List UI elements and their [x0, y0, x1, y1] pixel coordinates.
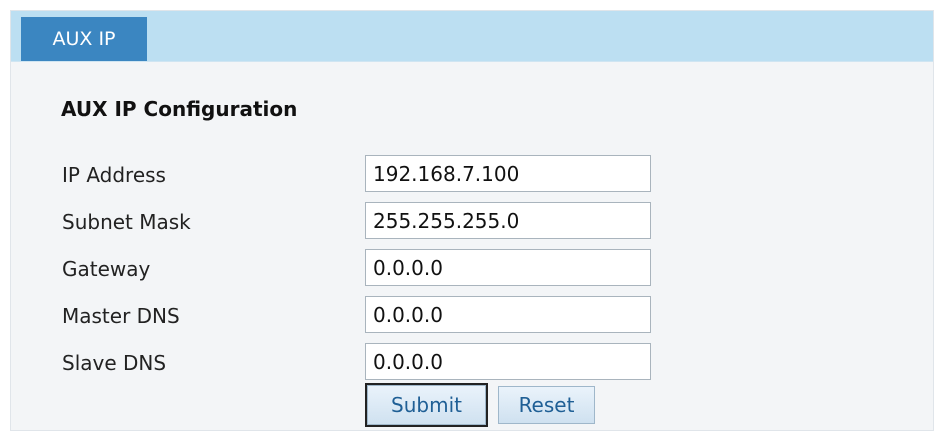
gateway-input[interactable] — [365, 249, 651, 286]
aux-ip-panel: AUX IP AUX IP Configuration IP Address S… — [10, 10, 934, 431]
subnet-mask-input[interactable] — [365, 202, 651, 239]
master-dns-label: Master DNS — [62, 304, 180, 328]
subnet-mask-row: Subnet Mask — [11, 202, 711, 242]
master-dns-row: Master DNS — [11, 296, 711, 336]
gateway-row: Gateway — [11, 249, 711, 289]
reset-button[interactable]: Reset — [498, 386, 595, 424]
slave-dns-row: Slave DNS — [11, 343, 711, 383]
tab-bar: AUX IP — [11, 11, 933, 62]
gateway-label: Gateway — [62, 257, 151, 281]
submit-button[interactable]: Submit — [365, 383, 488, 427]
section-title: AUX IP Configuration — [61, 97, 298, 121]
slave-dns-label: Slave DNS — [62, 351, 167, 375]
subnet-mask-label: Subnet Mask — [62, 210, 191, 234]
slave-dns-input[interactable] — [365, 343, 651, 380]
ip-address-row: IP Address — [11, 155, 711, 195]
master-dns-input[interactable] — [365, 296, 651, 333]
ip-address-input[interactable] — [365, 155, 651, 192]
ip-address-label: IP Address — [62, 163, 166, 187]
tab-aux-ip[interactable]: AUX IP — [21, 17, 147, 61]
